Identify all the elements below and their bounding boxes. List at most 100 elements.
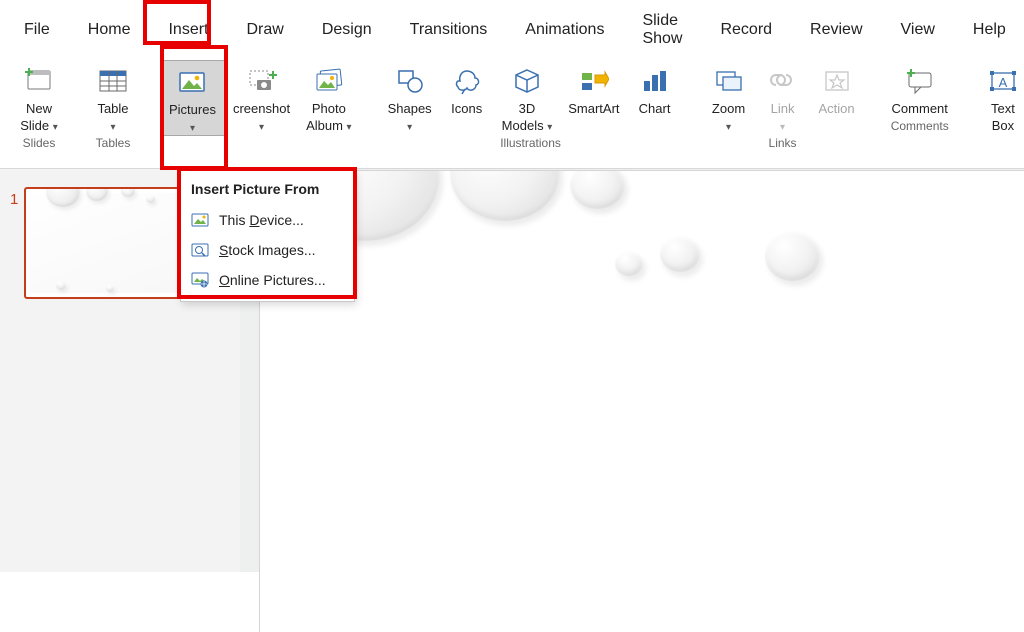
zoom-label: Zoom [712, 101, 745, 116]
tab-record[interactable]: Record [710, 17, 782, 43]
pictures-dropdown: Insert Picture From This Device... Stock… [180, 170, 355, 302]
tab-slideshow[interactable]: Slide Show [632, 8, 692, 52]
pictures-label: Pictures [169, 102, 216, 117]
shapes-icon [395, 64, 425, 98]
menu-online-pictures-label: Online Pictures... [219, 272, 326, 288]
pictures-dropdown-title: Insert Picture From [181, 177, 354, 205]
icons-icon [452, 64, 482, 98]
slide-canvas[interactable] [260, 171, 1024, 632]
group-label-links: Links [702, 134, 864, 152]
photo-album-icon [314, 64, 344, 98]
screenshot-icon [247, 64, 277, 98]
chevron-down-icon [547, 122, 552, 133]
tab-design[interactable]: Design [312, 17, 382, 43]
icons-button[interactable]: Icons [440, 60, 494, 117]
table-icon [98, 64, 128, 98]
group-label-slides: Slides [12, 134, 66, 152]
menu-stock-images[interactable]: Stock Images... [181, 235, 354, 265]
chevron-down-icon [110, 122, 115, 133]
3d-models-label-1: 3D [519, 101, 536, 116]
group-text: A Text Box [970, 58, 1024, 176]
chevron-down-icon [726, 122, 731, 133]
tab-view[interactable]: View [891, 17, 945, 43]
shapes-label: Shapes [388, 101, 432, 116]
chart-icon [640, 64, 670, 98]
zoom-icon [714, 64, 744, 98]
tab-review[interactable]: Review [800, 17, 872, 43]
chevron-down-icon [259, 122, 264, 133]
tab-help[interactable]: Help [963, 17, 1016, 43]
slide-canvas-pane[interactable] [240, 169, 1024, 572]
action-label: Action [818, 98, 854, 117]
chart-button[interactable]: Chart [628, 60, 682, 117]
group-label-illustrations: Illustrations [380, 134, 682, 152]
menu-stock-images-label: Stock Images... [219, 242, 316, 258]
new-slide-button[interactable]: New Slide [12, 60, 66, 134]
shapes-button[interactable]: Shapes [380, 60, 440, 134]
comment-button[interactable]: Comment [884, 60, 956, 117]
pictures-icon [177, 65, 207, 99]
group-slides: New Slide Slides [6, 58, 72, 176]
tab-transitions[interactable]: Transitions [400, 17, 498, 43]
chevron-down-icon [53, 122, 58, 133]
group-illustrations: Shapes Icons 3D Models SmartArt [374, 58, 688, 176]
ribbon: New Slide Slides Table Tables Pictures [0, 56, 1024, 176]
tab-home[interactable]: Home [78, 17, 141, 43]
cube-icon [512, 64, 542, 98]
text-box-label-1: Text [991, 101, 1015, 116]
chevron-down-icon [190, 123, 195, 134]
text-box-button[interactable]: A Text Box [976, 60, 1024, 134]
smartart-button[interactable]: SmartArt [560, 60, 627, 117]
comment-icon [905, 64, 935, 98]
group-label-comments: Comments [884, 117, 956, 135]
stock-images-icon [191, 241, 209, 259]
group-tables: Table Tables [80, 58, 146, 176]
3d-models-label-2: Models [502, 118, 544, 133]
tab-draw[interactable]: Draw [236, 17, 293, 43]
smartart-icon [579, 64, 609, 98]
chart-label: Chart [639, 98, 671, 117]
smartart-label: SmartArt [568, 98, 619, 117]
screenshot-label: creenshot [233, 101, 290, 116]
3d-models-button[interactable]: 3D Models [494, 60, 561, 134]
group-label-tables: Tables [86, 134, 140, 152]
zoom-button[interactable]: Zoom [702, 60, 756, 134]
this-device-icon [191, 211, 209, 229]
menu-online-pictures[interactable]: Online Pictures... [181, 265, 354, 295]
action-icon [822, 64, 852, 98]
action-button[interactable]: Action [810, 60, 864, 117]
group-label-text [976, 134, 1024, 152]
pictures-button[interactable]: Pictures [160, 60, 225, 136]
link-button[interactable]: Link [756, 60, 810, 134]
link-label: Link [771, 101, 795, 116]
chevron-down-icon [407, 122, 412, 133]
text-box-label-2: Box [992, 118, 1014, 133]
workarea: 1 [0, 168, 1024, 572]
tab-file[interactable]: File [14, 17, 60, 43]
slide-number: 1 [10, 187, 18, 208]
text-box-icon: A [988, 64, 1018, 98]
new-slide-label-1: New [26, 101, 52, 116]
photo-album-label-2: Album [306, 118, 343, 133]
group-images: Pictures creenshot Photo Album [154, 58, 366, 176]
tab-animations[interactable]: Animations [515, 17, 614, 43]
table-label: Table [97, 101, 128, 116]
svg-text:A: A [999, 75, 1008, 90]
chevron-down-icon [347, 122, 352, 133]
ribbon-tabs: File Home Insert Draw Design Transitions… [0, 0, 1024, 56]
new-slide-label-2: Slide [20, 118, 49, 133]
group-links: Zoom Link Action Links [696, 58, 870, 176]
photo-album-label-1: Photo [312, 101, 346, 116]
icons-label: Icons [451, 98, 482, 117]
screenshot-button[interactable]: creenshot [225, 60, 298, 134]
tab-insert[interactable]: Insert [158, 17, 218, 43]
table-button[interactable]: Table [86, 60, 140, 134]
new-slide-icon [24, 64, 54, 98]
comment-label: Comment [892, 98, 948, 117]
chevron-down-icon [780, 122, 785, 133]
group-label-images [160, 136, 360, 154]
photo-album-button[interactable]: Photo Album [298, 60, 360, 134]
menu-this-device-label: This Device... [219, 212, 304, 228]
link-icon [768, 64, 798, 98]
menu-this-device[interactable]: This Device... [181, 205, 354, 235]
